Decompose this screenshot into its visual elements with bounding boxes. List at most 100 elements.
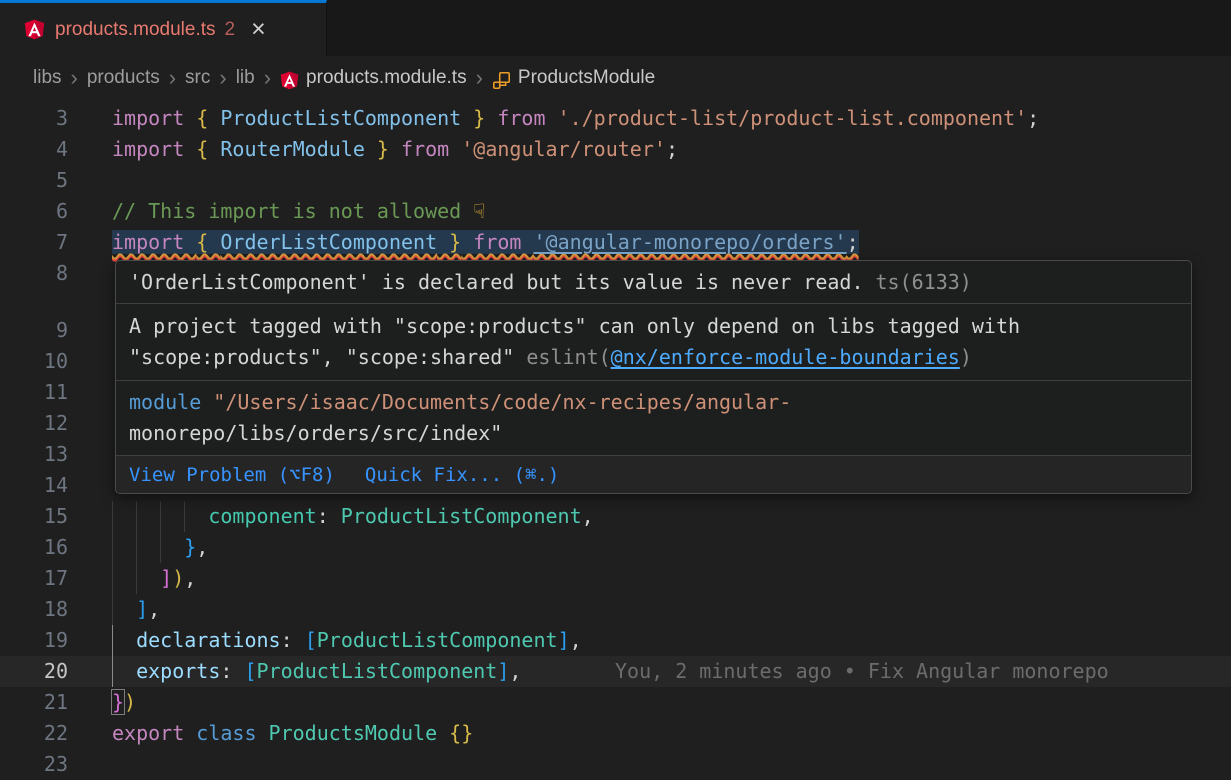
code-line-21[interactable]: 21}) (0, 687, 1231, 718)
code-token (112, 659, 136, 683)
angular-icon (24, 19, 45, 40)
code-token: ProductListComponent (317, 628, 558, 652)
warning-squiggle: import { OrderListComponent } from '@ang… (112, 230, 859, 254)
line-number-23[interactable]: 23 (0, 749, 68, 780)
breadcrumb-item-file[interactable]: products.module.ts (306, 67, 467, 89)
nx-rule-link[interactable]: @nx/enforce-module-boundaries (611, 345, 960, 369)
code-line-6[interactable]: 6 // This import is not allowed ☟ (0, 196, 1231, 227)
line-number-3[interactable]: 3 (0, 103, 68, 134)
line-number-8[interactable]: 8 (0, 258, 68, 289)
code-line-22[interactable]: 22export class ProductsModule {} (0, 718, 1231, 749)
git-blame-annotation: You, 2 minutes ago • Fix Angular monorep… (615, 656, 1109, 687)
tab-products-module[interactable]: products.module.ts 2 × (0, 0, 327, 56)
code-token: } (461, 106, 485, 130)
code-token: ) (172, 566, 184, 590)
hover-actions: View Problem (⌥F8) Quick Fix... (⌘.) (116, 456, 1191, 493)
line-number-6[interactable]: 6 (0, 196, 68, 227)
hover-popup: 'OrderListComponent' is declared but its… (115, 260, 1192, 494)
code-token: { (196, 230, 220, 254)
code-token: ; (847, 230, 859, 254)
line-number-14[interactable]: 14 (0, 470, 68, 501)
breadcrumb-item-products[interactable]: products (87, 67, 160, 89)
code-token: } (184, 535, 196, 559)
code-token: RouterModule (220, 137, 365, 161)
code-editor[interactable]: 'OrderListComponent' is declared but its… (0, 100, 1231, 780)
code-token: ] (497, 659, 509, 683)
code-token: ☟ (473, 199, 485, 223)
line-number-4[interactable]: 4 (0, 134, 68, 165)
hover-diagnostic-ts: 'OrderListComponent' is declared but its… (116, 261, 1191, 304)
line-number-21[interactable]: 21 (0, 687, 68, 718)
line-number-17[interactable]: 17 (0, 563, 68, 594)
chevron-right-icon: › (169, 65, 176, 91)
diagnostic-message-part: "scope:products", "scope:shared" (129, 345, 526, 369)
line-number-9[interactable]: 9 (0, 315, 68, 346)
angular-icon (280, 71, 299, 90)
indent-guide (160, 501, 161, 563)
breadcrumb-item-libs[interactable]: libs (33, 67, 62, 89)
code-token: } (365, 137, 389, 161)
line-number-18[interactable]: 18 (0, 594, 68, 625)
code-line-3[interactable]: 3import { ProductListComponent } from '.… (0, 103, 1231, 134)
code-token: ] (160, 566, 172, 590)
code-token (112, 597, 136, 621)
code-text: }) (112, 687, 136, 718)
code-line-17[interactable]: 17 ]), (0, 563, 1231, 594)
code-token: , (509, 659, 521, 683)
code-line-5[interactable]: 5 (0, 165, 1231, 196)
code-line-20[interactable]: 20 You, 2 minutes ago • Fix Angular monor… (0, 656, 1231, 687)
tab-bar: products.module.ts 2 × (0, 0, 1231, 56)
code-line-16[interactable]: 16 }, (0, 532, 1231, 563)
line-number-7[interactable]: 7 (0, 227, 68, 258)
code-token: { (196, 137, 220, 161)
close-icon[interactable]: × (251, 19, 266, 40)
quick-fix-action[interactable]: Quick Fix... (⌘.) (365, 464, 559, 486)
code-token: ] (136, 597, 148, 621)
code-text: import { RouterModule } from '@angular/r… (112, 134, 678, 165)
code-line-19[interactable]: 19 declarations: [ProductListComponent], (0, 625, 1231, 656)
code-line-23[interactable]: 23 (0, 749, 1231, 780)
line-number-19[interactable]: 19 (0, 625, 68, 656)
code-token: : (220, 659, 244, 683)
code-token: ProductsModule (269, 721, 450, 745)
code-token: , (184, 566, 196, 590)
line-number-20[interactable]: 20 (0, 656, 68, 687)
code-line-18[interactable]: 18 ], (0, 594, 1231, 625)
chevron-right-icon: › (71, 65, 78, 91)
import-path-link[interactable]: '@angular-monorepo/orders' (533, 230, 846, 254)
code-text: declarations: [ProductListComponent], (112, 625, 582, 656)
code-token: class (196, 721, 268, 745)
code-token: // This import is not allowed (112, 199, 473, 223)
class-symbol-icon (492, 71, 511, 90)
view-problem-action[interactable]: View Problem (⌥F8) (129, 464, 335, 486)
line-number-22[interactable]: 22 (0, 718, 68, 749)
breadcrumb-item-lib[interactable]: lib (236, 67, 255, 89)
line-number-11[interactable]: 11 (0, 377, 68, 408)
code-token: , (196, 535, 208, 559)
line-number-13[interactable]: 13 (0, 439, 68, 470)
line-number-10[interactable]: 10 (0, 346, 68, 377)
code-token: { (196, 106, 220, 130)
code-token: declarations (136, 628, 281, 652)
module-path: "/Users/isaac/Documents/code/nx-recipes/… (201, 390, 791, 414)
line-number-12[interactable]: 12 (0, 408, 68, 439)
line-number-16[interactable]: 16 (0, 532, 68, 563)
hover-diagnostic-eslint: A project tagged with "scope:products" c… (116, 304, 1191, 381)
breadcrumb-item-src[interactable]: src (185, 67, 210, 89)
diagnostic-source: ts(6133) (876, 267, 972, 298)
code-token: } (437, 230, 461, 254)
line-number-5[interactable]: 5 (0, 165, 68, 196)
code-token: : (317, 504, 341, 528)
code-token: './product-list/product-list.component' (558, 106, 1028, 130)
code-line-7[interactable]: 7 import { OrderListComponent } from '@an… (0, 227, 1231, 258)
code-line-4[interactable]: 4 import { RouterModule } from '@angular/… (0, 134, 1231, 165)
diagnostic-message: 'OrderListComponent' is declared but its… (129, 267, 864, 298)
breadcrumb: libs › products › src › lib › products.m… (0, 56, 1231, 100)
tab-title: products.module.ts (55, 19, 216, 41)
hover-module-info: module "/Users/isaac/Documents/code/nx-r… (116, 381, 1191, 456)
code-text: ], (112, 594, 160, 625)
code-token: from (485, 106, 557, 130)
code-token (112, 535, 184, 559)
breadcrumb-item-symbol[interactable]: ProductsModule (518, 67, 655, 89)
line-number-15[interactable]: 15 (0, 501, 68, 532)
